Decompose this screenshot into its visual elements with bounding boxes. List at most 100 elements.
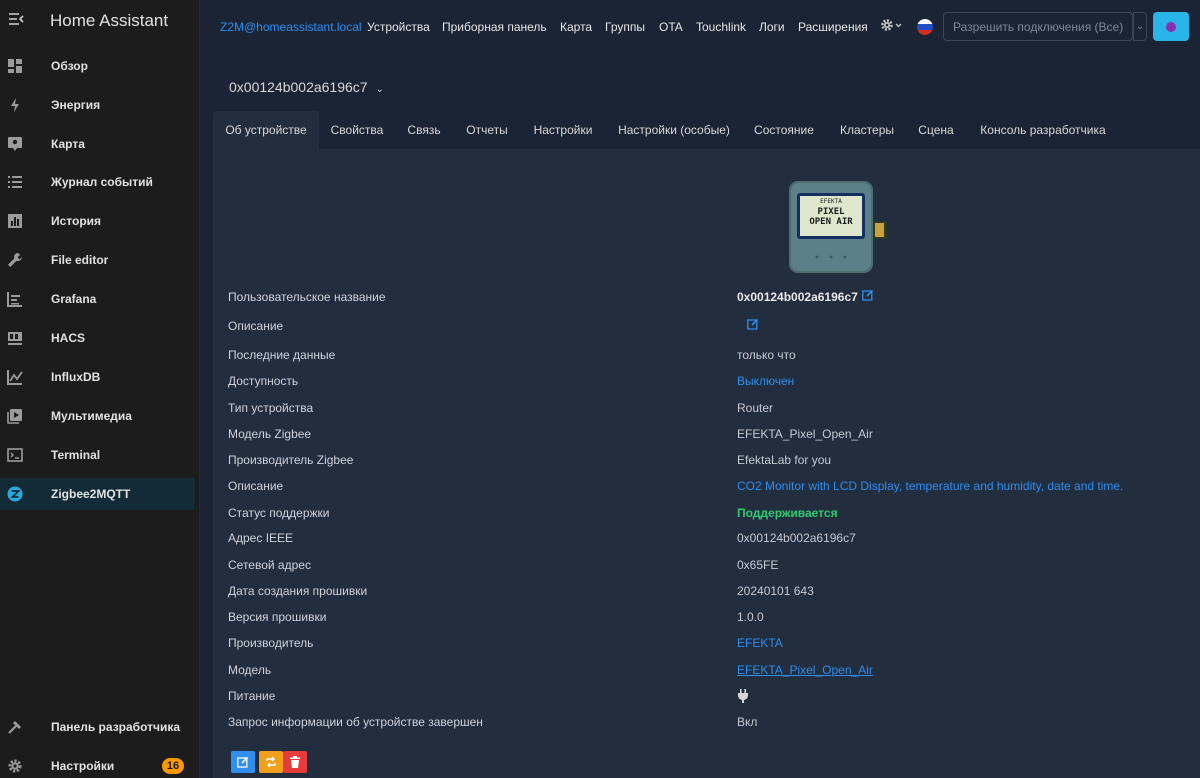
remove-device-button[interactable] bbox=[283, 751, 307, 773]
chevron-down-icon: ⌄ bbox=[375, 84, 384, 95]
sidebar-item-label: Журнал событий bbox=[51, 175, 153, 189]
tab-properties[interactable]: Свойства bbox=[323, 111, 391, 149]
bar-chart-icon bbox=[7, 213, 23, 229]
info-row-zigbee-model: Модель Zigbee EFEKTA_Pixel_Open_Air bbox=[228, 427, 1188, 447]
model-link[interactable]: EFEKTA_Pixel_Open_Air bbox=[737, 663, 873, 677]
gear-icon bbox=[7, 758, 23, 774]
permit-join-button[interactable]: Разрешить подключения (Все) bbox=[943, 12, 1133, 41]
info-label: Питание bbox=[228, 689, 276, 703]
sidebar-item-media[interactable]: Мультимедиа bbox=[0, 400, 195, 432]
nav-dashboard[interactable]: Приборная панель bbox=[442, 20, 547, 34]
info-row-ieee-address: Адрес IEEE 0x00124b002a6196c7 bbox=[228, 531, 1188, 551]
info-value: только что bbox=[737, 348, 796, 362]
info-row-zigbee-manufacturer: Производитель Zigbee EfektaLab for you bbox=[228, 453, 1188, 473]
lightning-icon bbox=[7, 97, 23, 113]
info-row-support-status: Статус поддержки Поддерживается bbox=[228, 506, 1188, 526]
info-label: Пользовательское название bbox=[228, 290, 386, 304]
chart-box-icon bbox=[7, 291, 23, 307]
play-icon bbox=[7, 408, 23, 424]
device-selector[interactable]: 0x00124b002a6196c7 ⌄ bbox=[229, 79, 384, 95]
sidebar-item-label: File editor bbox=[51, 253, 109, 267]
info-row-firmware-date: Дата создания прошивки 20240101 643 bbox=[228, 584, 1188, 604]
sidebar-item-label: Terminal bbox=[51, 448, 101, 462]
permit-join-dropdown-icon[interactable]: ⌄ bbox=[1133, 12, 1147, 41]
line-chart-icon bbox=[7, 369, 23, 385]
sidebar-item-label: Zigbee2MQTT bbox=[51, 487, 131, 501]
description-link[interactable]: CO2 Monitor with LCD Display, temperatur… bbox=[737, 479, 1123, 493]
manufacturer-link[interactable]: EFEKTA bbox=[737, 636, 783, 650]
tab-scene[interactable]: Сцена bbox=[911, 111, 961, 149]
language-flag-icon[interactable] bbox=[917, 19, 933, 35]
edit-description-icon[interactable] bbox=[747, 318, 761, 332]
device-tabs: Об устройстве Свойства Связь Отчеты Наст… bbox=[213, 111, 1200, 149]
info-label: Тип устройства bbox=[228, 401, 314, 415]
reconfigure-button[interactable] bbox=[259, 751, 283, 773]
info-value: Вкл bbox=[737, 715, 758, 729]
sidebar-item-hacs[interactable]: HACS bbox=[0, 322, 195, 354]
nav-ota[interactable]: OTA bbox=[659, 20, 683, 34]
device-info-panel: EFEKTA PIXEL OPEN AIR Пользовательское н… bbox=[213, 149, 1200, 778]
tab-dev-console[interactable]: Консоль разработчика bbox=[973, 111, 1113, 149]
sidebar-item-overview[interactable]: Обзор bbox=[0, 50, 195, 82]
tab-settings[interactable]: Настройки bbox=[526, 111, 600, 149]
sidebar-item-influxdb[interactable]: InfluxDB bbox=[0, 361, 195, 393]
sidebar-item-zigbee2mqtt[interactable]: Zigbee2MQTT bbox=[0, 478, 195, 510]
svg-text:PIXEL: PIXEL bbox=[817, 207, 845, 217]
sidebar-item-file-editor[interactable]: File editor bbox=[0, 244, 195, 276]
nav-map[interactable]: Карта bbox=[560, 20, 592, 34]
sidebar-item-label: HACS bbox=[51, 331, 86, 345]
nav-extensions[interactable]: Расширения bbox=[798, 20, 868, 34]
rename-button[interactable] bbox=[231, 751, 255, 773]
nav-touchlink[interactable]: Touchlink bbox=[696, 20, 746, 34]
nav-groups[interactable]: Группы bbox=[605, 20, 645, 34]
info-row-power: Питание bbox=[228, 689, 1188, 709]
tab-clusters[interactable]: Кластеры bbox=[833, 111, 901, 149]
info-value: EFEKTA_Pixel_Open_Air bbox=[737, 427, 873, 441]
info-label: Описание bbox=[228, 479, 284, 493]
sidebar-item-terminal[interactable]: Terminal bbox=[0, 439, 195, 471]
tab-bind[interactable]: Связь bbox=[400, 111, 448, 149]
list-icon bbox=[7, 174, 23, 190]
info-label: Статус поддержки bbox=[228, 506, 330, 520]
sidebar-item-grafana[interactable]: Grafana bbox=[0, 283, 195, 315]
sidebar-item-label: Панель разработчика bbox=[51, 720, 181, 734]
info-row-model: Модель EFEKTA_Pixel_Open_Air bbox=[228, 663, 1188, 683]
permit-status-dot-icon bbox=[1166, 22, 1176, 32]
tab-about[interactable]: Об устройстве bbox=[213, 111, 319, 149]
main-content: Z2M@homeassistant.local Устройства Прибо… bbox=[200, 0, 1200, 778]
nav-devices[interactable]: Устройства bbox=[367, 20, 430, 34]
device-title: 0x00124b002a6196c7 bbox=[229, 79, 368, 95]
info-label: Производитель bbox=[228, 636, 314, 650]
tab-reporting[interactable]: Отчеты bbox=[460, 111, 514, 149]
sidebar-item-developer-tools[interactable]: Панель разработчика bbox=[0, 711, 195, 743]
sidebar-item-energy[interactable]: Энергия bbox=[0, 89, 195, 121]
svg-text:OPEN AIR: OPEN AIR bbox=[809, 217, 853, 227]
tab-state[interactable]: Состояние bbox=[749, 111, 819, 149]
hacs-icon bbox=[7, 330, 23, 346]
z2m-brand-link[interactable]: Z2M@homeassistant.local bbox=[220, 20, 362, 34]
info-row-manufacturer: Производитель EFEKTA bbox=[228, 636, 1188, 656]
info-label: Адрес IEEE bbox=[228, 531, 294, 545]
app-title: Home Assistant bbox=[50, 11, 169, 30]
info-row-network-address: Сетевой адрес 0x65FE bbox=[228, 558, 1188, 578]
sidebar-item-logbook[interactable]: Журнал событий bbox=[0, 166, 195, 198]
edit-name-icon[interactable] bbox=[862, 289, 876, 303]
sidebar: Home Assistant Обзор Энергия Карта Журна… bbox=[0, 0, 200, 778]
sidebar-item-map[interactable]: Карта bbox=[0, 128, 195, 160]
info-value: 20240101 643 bbox=[737, 584, 814, 598]
notification-badge: 16 bbox=[162, 758, 184, 774]
sidebar-item-label: Мультимедиа bbox=[51, 409, 132, 423]
settings-dropdown-icon[interactable] bbox=[880, 18, 902, 35]
info-value: 0x00124b002a6196c7 bbox=[737, 290, 858, 304]
info-value: EfektaLab for you bbox=[737, 453, 832, 467]
plug-icon bbox=[737, 689, 749, 706]
sidebar-item-history[interactable]: История bbox=[0, 205, 195, 237]
permit-join-toggle-button[interactable] bbox=[1153, 12, 1189, 41]
availability-link[interactable]: Выключен bbox=[737, 374, 794, 388]
info-row-device-type: Тип устройства Router bbox=[228, 401, 1188, 421]
info-label: Версия прошивки bbox=[228, 610, 327, 624]
tab-settings-specific[interactable]: Настройки (особые) bbox=[612, 111, 736, 149]
nav-logs[interactable]: Логи bbox=[759, 20, 785, 34]
sidebar-item-settings[interactable]: Настройки 16 bbox=[0, 750, 195, 778]
menu-collapse-icon[interactable] bbox=[5, 10, 27, 32]
